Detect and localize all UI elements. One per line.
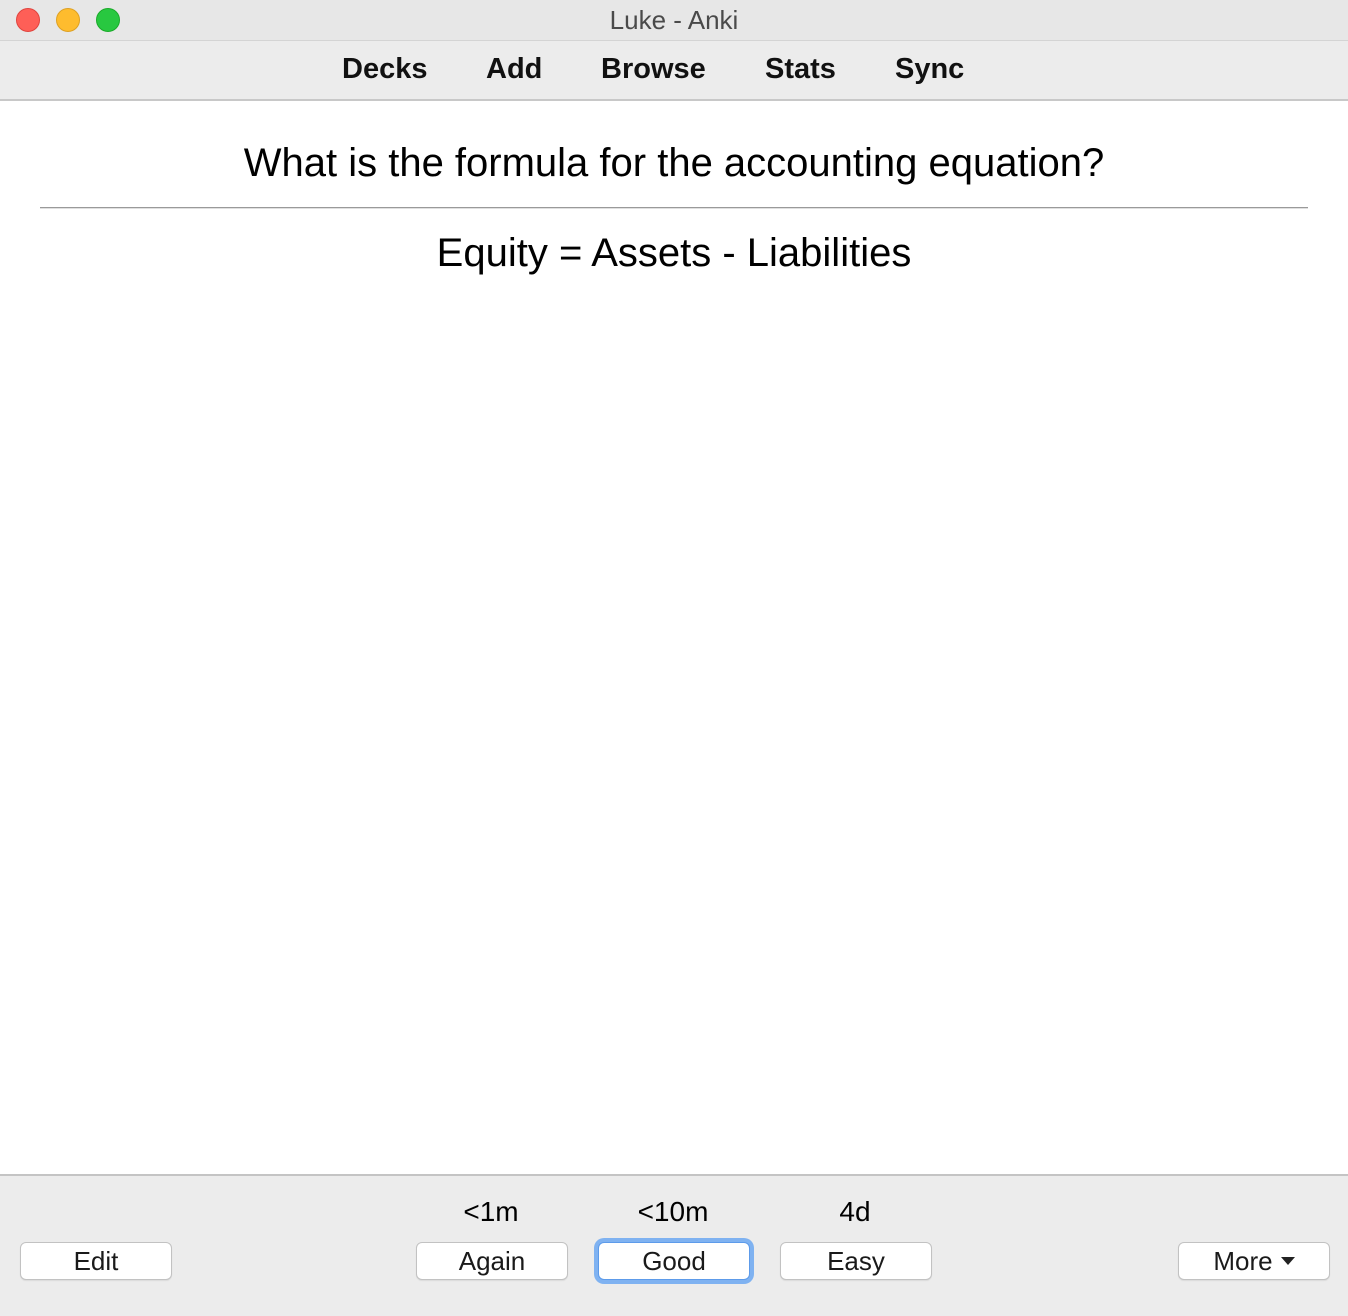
toolbar-add-link[interactable]: Add [486, 53, 542, 86]
toolbar-sync-link[interactable]: Sync [895, 53, 964, 86]
toolbar-stats-link[interactable]: Stats [765, 53, 836, 86]
toolbar-browse-link[interactable]: Browse [601, 53, 706, 86]
anki-window: Luke - Anki Decks Add Browse Stats Sync … [0, 0, 1348, 1316]
edit-button[interactable]: Edit [20, 1242, 172, 1280]
review-bottom-bar: Edit <1m Again <10m Good 4d Easy More [0, 1174, 1348, 1316]
easy-button[interactable]: Easy [780, 1242, 932, 1280]
easy-due-label: 4d [839, 1196, 871, 1227]
good-due-label: <10m [637, 1196, 709, 1227]
more-button-label: More [1213, 1246, 1273, 1276]
card-view: What is the formula for the accounting e… [0, 101, 1348, 1174]
more-button[interactable]: More [1178, 1242, 1330, 1280]
again-due-label: <1m [463, 1196, 519, 1227]
good-button[interactable]: Good [598, 1242, 750, 1280]
title-bar: Luke - Anki [0, 0, 1348, 41]
again-button[interactable]: Again [416, 1242, 568, 1280]
card-answer: Equity = Assets - Liabilities [436, 231, 912, 275]
window-title: Luke - Anki [609, 5, 739, 35]
toolbar-decks-link[interactable]: Decks [342, 53, 427, 86]
chevron-down-icon [1280, 1257, 1295, 1266]
main-toolbar: Decks Add Browse Stats Sync [0, 41, 1348, 101]
card-question: What is the formula for the accounting e… [243, 141, 1105, 185]
answer-divider [40, 207, 1308, 209]
